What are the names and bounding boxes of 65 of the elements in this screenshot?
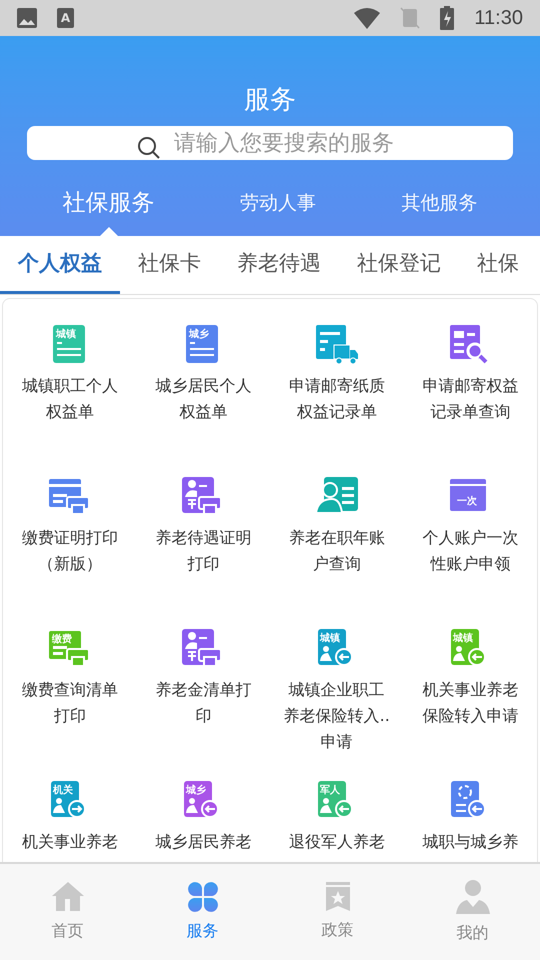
service-label: 权益单	[46, 401, 94, 423]
service-label: 养老保险转入..	[284, 705, 390, 727]
service-label: 城职与城乡养	[422, 831, 518, 853]
no-sim-icon	[400, 7, 420, 29]
service-label: 退役军人养老	[288, 831, 385, 853]
service-label: 城乡居民养老	[155, 831, 252, 853]
service-label: 打印	[54, 705, 86, 727]
service-label: 城乡居民个人	[155, 375, 252, 397]
service-item[interactable]: 申请邮寄权益 记录单查询	[404, 299, 537, 451]
user-icon	[454, 879, 490, 915]
tab[interactable]: 养老待遇	[219, 236, 339, 294]
battery-charging-icon	[440, 6, 454, 30]
service-label: 打印	[187, 553, 220, 575]
service-label: 申请	[320, 731, 353, 753]
service-item[interactable]: 养老在职年账 户查询	[270, 451, 404, 603]
service-item[interactable]: 军人 退役军人养老	[270, 755, 404, 862]
tab[interactable]: 社保	[459, 236, 537, 294]
home-icon	[50, 881, 84, 913]
service-label: 申请邮寄纸质	[288, 375, 385, 397]
tab[interactable]: 社保登记	[339, 236, 459, 294]
service-label: 个人账户一次	[422, 527, 518, 549]
clock: 11:30	[474, 6, 523, 31]
keyboard-icon: A	[57, 8, 74, 28]
service-label: 申请邮寄权益	[422, 375, 518, 397]
service-item[interactable]: 一次 个人账户一次 性账户申领	[404, 451, 537, 603]
service-item[interactable]: 城镇 城镇职工个人 权益单	[3, 299, 136, 451]
service-label: 养老金清单打	[155, 679, 252, 701]
service-item[interactable]: 机关 机关事业养老	[3, 755, 136, 862]
service-label: 养老在职年账	[288, 527, 385, 549]
service-label: 养老待遇证明	[155, 527, 252, 549]
service-label: 缴费查询清单	[22, 679, 118, 701]
service-label: （新版）	[38, 553, 102, 575]
service-item[interactable]: 申请邮寄纸质 权益记录单	[270, 299, 404, 451]
service-label: 性账户申领	[430, 553, 510, 575]
nav-tab[interactable]: 服务	[135, 864, 270, 960]
service-label: 户查询	[312, 553, 361, 575]
service-item[interactable]: 养老待遇证明 打印	[136, 451, 270, 603]
service-item[interactable]: 养老金清单打 印	[136, 603, 270, 755]
service-label: 缴费证明打印	[22, 527, 118, 549]
search-field[interactable]: 请输入您要搜索的服务	[27, 126, 513, 160]
image-icon	[17, 8, 37, 28]
service-label: 城镇企业职工	[288, 679, 385, 701]
service-label: 机关事业养老	[422, 679, 518, 701]
service-icon	[314, 323, 360, 365]
service-label: 权益记录单	[296, 401, 377, 423]
page-title: 服务	[244, 84, 296, 117]
service-label: 机关事业养老	[22, 831, 118, 853]
service-label: 印	[195, 705, 212, 727]
service-label: 保险转入申请	[422, 705, 518, 727]
service-label: 城镇职工个人	[22, 375, 118, 397]
bookmark-star-icon	[324, 882, 350, 912]
service-item[interactable]: 城职与城乡养	[404, 755, 537, 862]
service-label: 记录单查询	[430, 401, 510, 423]
service-item[interactable]: 城镇 城镇企业职工 养老保险转入.. 申请	[270, 603, 404, 755]
service-item[interactable]: 缴费 缴费查询清单 打印	[3, 603, 136, 755]
tab[interactable]: 个人权益	[0, 236, 120, 294]
search-icon	[137, 136, 161, 160]
service-item[interactable]: 城乡 城乡居民个人 权益单	[136, 299, 270, 451]
service-item[interactable]: 城镇 机关事业养老 保险转入申请	[404, 603, 537, 755]
clover-icon	[186, 881, 218, 913]
service-item[interactable]: 缴费证明打印 （新版）	[3, 451, 136, 603]
service-item[interactable]: 城乡 城乡居民养老	[136, 755, 270, 862]
wifi-icon	[354, 7, 380, 29]
tab[interactable]: 社保卡	[120, 236, 219, 294]
service-label: 权益单	[179, 401, 228, 423]
